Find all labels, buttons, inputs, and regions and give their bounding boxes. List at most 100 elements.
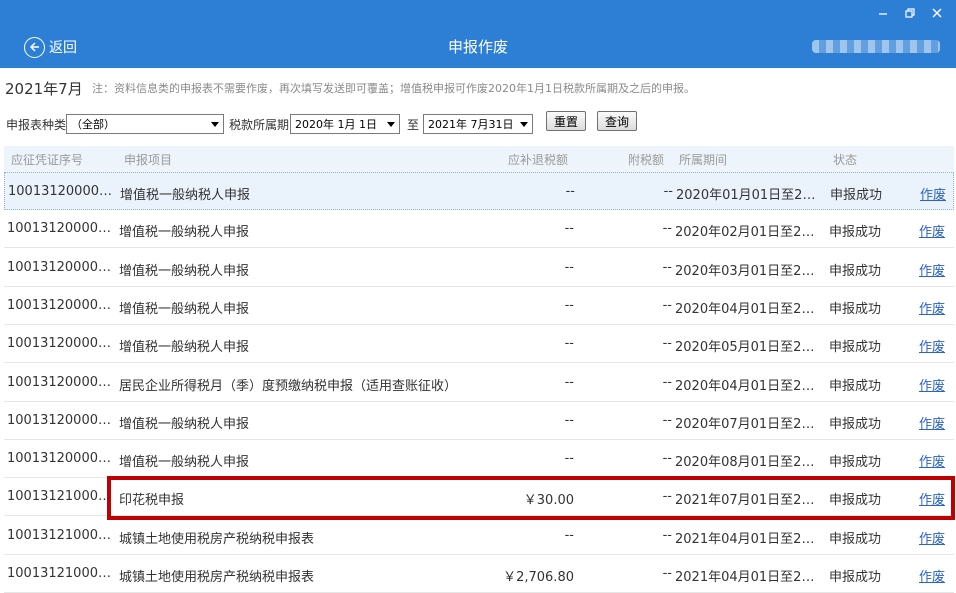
- status-cell: 申报成功: [829, 531, 882, 547]
- voucher-no-cell: 1001312000003...: [7, 297, 117, 313]
- status-cell: 申报成功: [829, 416, 882, 432]
- void-link[interactable]: 作废: [919, 221, 949, 240]
- minimize-icon[interactable]: [876, 6, 890, 20]
- surtax-cell: --: [662, 412, 672, 428]
- dropdown-arrow-icon: [520, 122, 528, 127]
- period-end-date-picker[interactable]: 2021年 7月31日: [423, 114, 533, 134]
- status-cell: 申报成功: [830, 188, 883, 203]
- tax-period-label: 税款所属期:: [229, 118, 294, 132]
- status-cell: 申报成功: [829, 263, 882, 279]
- voucher-no-cell: 1001312000006...: [7, 412, 117, 428]
- surtax-cell: --: [662, 527, 672, 543]
- table-row[interactable]: 1001312100000... 印花税申报 ￥30.00 -- 2021年07月01日…: [4, 478, 954, 517]
- tax-amount-cell: --: [564, 527, 574, 543]
- voucher-no-cell: 1001312100000...: [7, 527, 117, 543]
- tax-amount-cell: --: [565, 184, 575, 199]
- period-cell: 2020年04月01日至202...: [675, 378, 820, 394]
- to-label: 至: [407, 118, 420, 132]
- close-icon[interactable]: [930, 6, 944, 20]
- voucher-no-cell: 1001312000004...: [7, 336, 117, 352]
- tax-amount-cell: ￥2,706.80: [503, 570, 574, 585]
- table-row[interactable]: 1001312000004... 居民企业所得税月（季）度预缴纳税申报（适用查账征…: [4, 364, 954, 402]
- surtax-cell: --: [662, 336, 672, 352]
- table-row[interactable]: 1001312100000... 城镇土地使用税房产税纳税申报表 -- -- 2021年…: [4, 517, 954, 555]
- period-cell: 2021年04月01日至202...: [675, 531, 820, 547]
- header-surtax: 附税额: [628, 153, 665, 167]
- period-start-value: 2020年 1月 1日: [295, 118, 377, 131]
- surtax-cell: --: [663, 184, 673, 199]
- voucher-no-cell: 1001312100000...: [7, 566, 117, 581]
- void-link[interactable]: 作废: [920, 184, 950, 203]
- void-link[interactable]: 作废: [919, 451, 949, 470]
- voucher-no-cell: 1001312000002...: [7, 259, 117, 275]
- header-voucher-no: 应征凭证序号: [11, 153, 84, 167]
- void-link[interactable]: 作废: [919, 260, 949, 279]
- header-tax-amount: 应补退税额: [508, 153, 569, 167]
- void-link[interactable]: 作废: [919, 336, 949, 355]
- surtax-cell: --: [662, 489, 672, 505]
- header-item: 申报项目: [124, 153, 173, 167]
- restore-icon[interactable]: [903, 6, 917, 20]
- dropdown-arrow-icon: [387, 122, 395, 127]
- table-row[interactable]: 1001312000002... 增值税一般纳税人申报 -- -- 2020年03月01…: [4, 249, 954, 287]
- declaration-type-label: 申报表种类:: [6, 118, 71, 132]
- void-link[interactable]: 作废: [919, 528, 949, 547]
- void-link[interactable]: 作废: [919, 566, 949, 585]
- tax-amount-cell: --: [564, 336, 574, 352]
- voucher-no-cell: 1001312000006...: [7, 451, 117, 467]
- table-row[interactable]: 1001312000003... 增值税一般纳税人申报 -- -- 2020年04月01…: [4, 287, 954, 325]
- status-cell: 申报成功: [829, 493, 882, 509]
- period-cell: 2020年05月01日至202...: [675, 340, 820, 356]
- period-start-date-picker[interactable]: 2020年 1月 1日: [290, 114, 400, 134]
- voucher-no-cell: 1001312000004...: [7, 374, 117, 390]
- surtax-cell: --: [662, 451, 672, 467]
- void-link[interactable]: 作废: [919, 413, 949, 432]
- tax-amount-cell: --: [564, 259, 574, 275]
- period-cell: 2020年01月01日至202...: [676, 188, 821, 203]
- status-cell: 申报成功: [829, 570, 882, 585]
- query-button[interactable]: 查询: [597, 111, 637, 131]
- declaration-type-select[interactable]: （全部）: [66, 114, 224, 134]
- voucher-no-cell: 1001312000001...: [7, 221, 117, 237]
- surtax-cell: --: [662, 221, 672, 237]
- header-period: 所属期间: [679, 153, 728, 167]
- table-row[interactable]: 1001312000001... 增值税一般纳税人申报 -- -- 2020年01月01…: [4, 172, 954, 210]
- table-row[interactable]: 1001312000001... 增值税一般纳税人申报 -- -- 2020年02月01…: [4, 210, 954, 249]
- period-end-value: 2021年 7月31日: [428, 118, 514, 131]
- title-bar: 返回 申报作废: [0, 0, 956, 68]
- declaration-type-value: （全部）: [71, 118, 115, 131]
- notice-text: 注：资料信息类的申报表不需要作废，再次填写发送即可覆盖；增值税申报可作废2020…: [92, 82, 695, 95]
- void-link[interactable]: 作废: [919, 489, 949, 508]
- surtax-cell: --: [662, 297, 672, 313]
- table-row[interactable]: 1001312000006... 增值税一般纳税人申报 -- -- 2020年07月01…: [4, 402, 954, 440]
- voucher-no-cell: 1001312000001...: [8, 184, 118, 199]
- period-cell: 2021年04月01日至202...: [675, 570, 820, 585]
- dropdown-arrow-icon: [211, 122, 219, 127]
- period-cell: 2021年07月01日至202...: [675, 493, 820, 509]
- current-period: 2021年7月: [5, 80, 83, 98]
- tax-amount-cell: --: [564, 374, 574, 390]
- status-cell: 申报成功: [829, 455, 882, 471]
- reset-button[interactable]: 重置: [546, 111, 586, 131]
- blurred-user-info: [812, 40, 940, 53]
- void-link[interactable]: 作废: [919, 298, 949, 317]
- period-cell: 2020年07月01日至202...: [675, 416, 820, 432]
- period-cell: 2020年02月01日至202...: [675, 225, 820, 241]
- table-row[interactable]: 1001312100000... 城镇土地使用税房产税纳税申报表 ￥2,706.80…: [4, 555, 954, 593]
- tax-amount-cell: --: [564, 221, 574, 237]
- tax-amount-cell: --: [564, 451, 574, 467]
- voucher-no-cell: 1001312100000...: [7, 489, 117, 505]
- void-link[interactable]: 作废: [919, 375, 949, 394]
- header-status: 状态: [833, 153, 858, 167]
- table-header: 应征凭证序号 申报项目 应补退税额 附税额 所属期间 状态: [4, 146, 954, 172]
- table-row[interactable]: 1001312000006... 增值税一般纳税人申报 -- -- 2020年08月01…: [4, 440, 954, 479]
- table-row[interactable]: 1001312000004... 增值税一般纳税人申报 -- -- 2020年05月01…: [4, 325, 954, 364]
- status-cell: 申报成功: [829, 378, 882, 394]
- status-cell: 申报成功: [829, 340, 882, 356]
- surtax-cell: --: [662, 566, 672, 581]
- tax-amount-cell: ￥30.00: [523, 493, 574, 509]
- tax-amount-cell: --: [564, 412, 574, 428]
- status-cell: 申报成功: [829, 301, 882, 317]
- period-cell: 2020年08月01日至202...: [675, 455, 820, 471]
- period-cell: 2020年04月01日至202...: [675, 301, 820, 317]
